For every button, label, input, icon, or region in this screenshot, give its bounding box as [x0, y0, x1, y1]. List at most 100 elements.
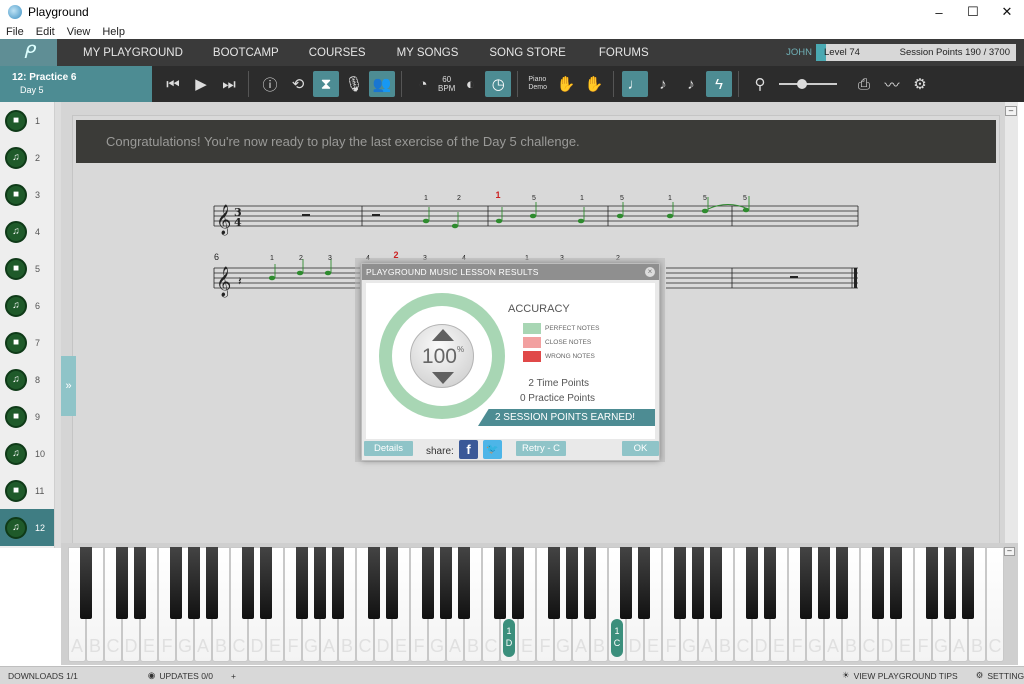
exercise-item[interactable]: ■ 1 [0, 102, 54, 139]
nav-forums[interactable]: FORUMS [599, 47, 649, 59]
half-speed-icon[interactable]: ◐ [457, 71, 483, 97]
black-key[interactable] [890, 547, 902, 619]
nav-courses[interactable]: COURSES [309, 47, 366, 59]
black-key[interactable] [494, 547, 506, 619]
close-button[interactable]: ✕ [990, 0, 1024, 24]
add-icon[interactable]: + [231, 671, 236, 681]
menu-edit[interactable]: Edit [30, 26, 61, 38]
exercise-item[interactable]: ♫ 8 [0, 361, 54, 398]
nav-my-playground[interactable]: MY PLAYGROUND [83, 47, 183, 59]
bpm-display[interactable]: 60 BPM [438, 75, 455, 93]
black-key[interactable] [692, 547, 704, 619]
keyboard-collapse-icon[interactable]: – [1004, 547, 1015, 556]
black-key[interactable] [710, 547, 722, 619]
black-key[interactable] [764, 547, 776, 619]
note-names-icon[interactable]: ♪ [650, 71, 676, 97]
nav-bootcamp[interactable]: BOOTCAMP [213, 47, 279, 59]
eighth-note-icon[interactable]: ♪ [678, 71, 704, 97]
view-tips-link[interactable]: VIEW PLAYGROUND TIPS [854, 671, 958, 681]
exercise-item[interactable]: ♫ 2 [0, 139, 54, 176]
black-key[interactable] [242, 547, 254, 619]
black-key[interactable] [872, 547, 884, 619]
black-key[interactable] [800, 547, 812, 619]
black-key[interactable] [170, 547, 182, 619]
black-key[interactable] [368, 547, 380, 619]
playground-logo-icon[interactable]: ᑭ [0, 39, 57, 66]
menu-help[interactable]: Help [96, 26, 131, 38]
black-key[interactable] [926, 547, 938, 619]
menu-file[interactable]: File [0, 26, 30, 38]
metronome-icon[interactable]: ⧗ [313, 71, 339, 97]
black-key[interactable] [116, 547, 128, 619]
black-key[interactable] [80, 547, 92, 619]
exercise-item[interactable]: ♫ 10 [0, 435, 54, 472]
gear-icon[interactable]: ⚙ [907, 71, 933, 97]
piano-demo-label[interactable]: Piano Demo [528, 76, 547, 92]
black-key[interactable] [584, 547, 596, 619]
exercise-item[interactable]: ♫ 6 [0, 287, 54, 324]
menu-view[interactable]: View [61, 26, 97, 38]
right-hand-icon[interactable]: ✋ [581, 71, 607, 97]
black-key[interactable] [332, 547, 344, 619]
black-key[interactable] [944, 547, 956, 619]
dialog-close-icon[interactable]: × [645, 267, 655, 277]
rewind-icon[interactable]: ⏮ [160, 71, 186, 97]
black-key[interactable] [638, 547, 650, 619]
black-key[interactable] [620, 547, 632, 619]
play-icon[interactable]: ▶ [188, 71, 214, 97]
nav-song-store[interactable]: SONG STORE [489, 47, 565, 59]
black-key[interactable] [386, 547, 398, 619]
loop-icon[interactable]: ⟲ [285, 71, 311, 97]
lightning-icon[interactable]: ϟ [706, 71, 733, 97]
black-key[interactable] [836, 547, 848, 619]
expand-sidebar-icon[interactable]: » [61, 356, 76, 416]
band-icon[interactable]: 👥 [369, 71, 395, 97]
black-key[interactable] [962, 547, 974, 619]
black-key[interactable] [746, 547, 758, 619]
zoom-icon[interactable]: ⚲ [747, 71, 773, 97]
skip-forward-icon[interactable]: ⏭ [216, 71, 242, 97]
minimize-button[interactable]: – [922, 0, 956, 24]
black-key[interactable] [206, 547, 218, 619]
zoom-slider[interactable] [779, 79, 838, 89]
black-key[interactable] [440, 547, 452, 619]
updates-status[interactable]: UPDATES 0/0 [159, 671, 213, 681]
details-button[interactable]: Details [364, 441, 413, 456]
nav-my-songs[interactable]: MY SONGS [397, 47, 459, 59]
ok-button[interactable]: OK [622, 441, 659, 456]
black-key[interactable] [422, 547, 434, 619]
stats-icon[interactable]: 〰 [879, 71, 905, 97]
left-hand-icon[interactable]: ✋ [553, 71, 579, 97]
clock-icon[interactable]: ◷ [485, 71, 512, 97]
twitter-icon[interactable]: 🐦 [483, 440, 502, 459]
maximize-button[interactable]: ☐ [956, 0, 990, 24]
black-key[interactable] [296, 547, 308, 619]
facebook-icon[interactable]: f [459, 440, 478, 459]
microphone-icon[interactable]: 🎙 [341, 71, 367, 97]
note-icon[interactable]: ♩ [622, 71, 649, 97]
zoom-slider-knob[interactable] [797, 79, 808, 89]
black-key[interactable] [818, 547, 830, 619]
tempo-gauge-icon[interactable]: ◔ [410, 71, 436, 97]
exercise-item[interactable]: ■ 7 [0, 324, 54, 361]
right-scrollbar[interactable]: – [1005, 102, 1018, 548]
settings-link[interactable]: SETTINGS [987, 671, 1024, 681]
exercise-item[interactable]: ■ 9 [0, 398, 54, 435]
exercise-item[interactable]: ♫ 4 [0, 213, 54, 250]
black-key[interactable] [188, 547, 200, 619]
retry-button[interactable]: Retry - C [516, 441, 566, 456]
collapse-icon[interactable]: – [1005, 106, 1017, 116]
white-key[interactable]: C [986, 547, 1004, 662]
downloads-status[interactable]: DOWNLOADS 1/1 [8, 671, 78, 681]
print-icon[interactable]: ⎙ [851, 71, 877, 97]
exercise-item[interactable]: ■ 3 [0, 176, 54, 213]
black-key[interactable] [512, 547, 524, 619]
black-key[interactable] [458, 547, 470, 619]
black-key[interactable] [674, 547, 686, 619]
exercise-item[interactable]: ■ 11 [0, 472, 54, 509]
black-key[interactable] [548, 547, 560, 619]
black-key[interactable] [566, 547, 578, 619]
black-key[interactable] [134, 547, 146, 619]
info-icon[interactable]: ⓘ [257, 71, 283, 97]
exercise-item[interactable]: ■ 5 [0, 250, 54, 287]
